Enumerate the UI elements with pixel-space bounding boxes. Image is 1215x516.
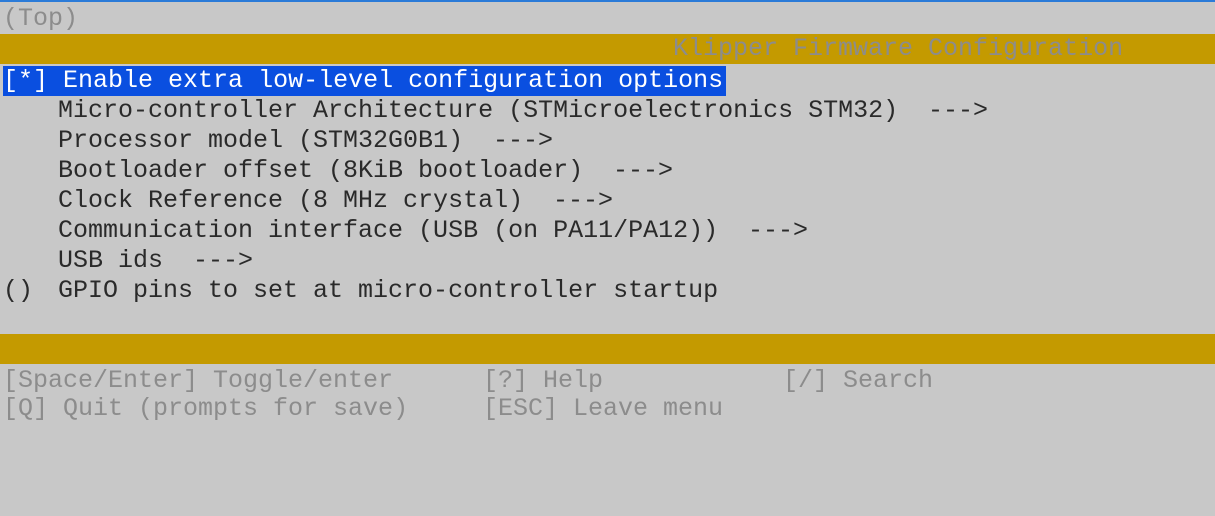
submenu-arrow: ---> [493, 126, 554, 155]
title-bar: Klipper Firmware Configuration [0, 34, 1215, 64]
menu-item-highlight: [*] Enable extra low-level configuration… [3, 66, 727, 96]
submenu-arrow: ---> [748, 216, 809, 245]
checkbox-checked[interactable]: [*] [3, 66, 48, 95]
terminal-screen: (Top) Klipper Firmware Configuration [*]… [0, 0, 1215, 424]
key-quit[interactable]: [Q] Quit (prompts for save) [3, 394, 408, 424]
key-help[interactable]: [?] Help [483, 366, 603, 396]
menu-item-communication-interface[interactable]: Communication interface (USB (on PA11/PA… [0, 216, 1215, 246]
menu-item-usb-ids[interactable]: USB ids ---> [0, 246, 1215, 276]
breadcrumb-row: (Top) [0, 4, 1215, 34]
breadcrumb: (Top) [3, 4, 79, 33]
menu-item-label: Enable extra low-level configuration opt… [63, 66, 724, 95]
menu-item-gpio-pins[interactable]: () GPIO pins to set at micro-controller … [0, 276, 1215, 306]
menu-item-label: Clock Reference (8 MHz crystal) [58, 186, 524, 215]
submenu-arrow: ---> [613, 156, 674, 185]
menu-item-label: USB ids [58, 246, 164, 275]
submenu-arrow: ---> [193, 246, 254, 275]
menu-item-label: GPIO pins to set at micro-controller sta… [58, 276, 719, 305]
menu-item-label: Communication interface (USB (on PA11/PA… [58, 216, 719, 245]
menu-item-enable-extra-options[interactable]: [*] Enable extra low-level configuration… [0, 66, 1215, 96]
key-search[interactable]: [/] Search [783, 366, 933, 396]
menu-item-label: Processor model (STM32G0B1) [58, 126, 464, 155]
status-bar [0, 334, 1215, 364]
key-toggle-enter[interactable]: [Space/Enter] Toggle/enter [3, 366, 393, 396]
menu-item-clock-reference[interactable]: Clock Reference (8 MHz crystal) ---> [0, 186, 1215, 216]
menu-item-label: Bootloader offset (8KiB bootloader) [58, 156, 584, 185]
page-title: Klipper Firmware Configuration [673, 34, 1124, 63]
submenu-arrow: ---> [928, 96, 989, 125]
key-leave-menu[interactable]: [ESC] Leave menu [483, 394, 723, 424]
menu-item-label: Micro-controller Architecture (STMicroel… [58, 96, 899, 125]
menu-item-processor-model[interactable]: Processor model (STM32G0B1) ---> [0, 126, 1215, 156]
menu-item-bootloader-offset[interactable]: Bootloader offset (8KiB bootloader) ---> [0, 156, 1215, 186]
string-value-field[interactable]: () [3, 276, 33, 306]
key-help-row-2: [Q] Quit (prompts for save) [ESC] Leave … [0, 394, 1215, 424]
key-help-row-1: [Space/Enter] Toggle/enter [?] Help [/] … [0, 366, 1215, 396]
submenu-arrow: ---> [553, 186, 614, 215]
menu-item-architecture[interactable]: Micro-controller Architecture (STMicroel… [0, 96, 1215, 126]
